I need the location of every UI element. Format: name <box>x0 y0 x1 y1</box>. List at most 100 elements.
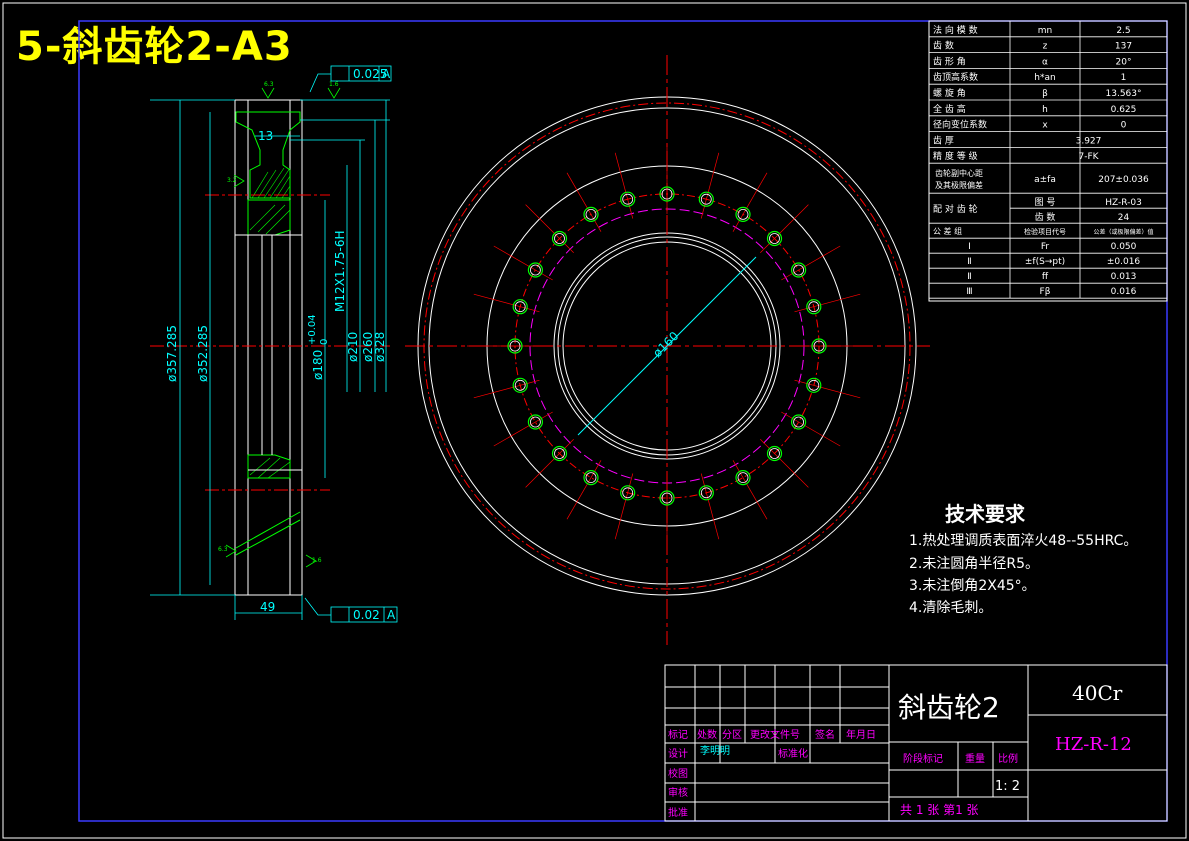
tol-value: ±0.016 <box>1107 257 1141 267</box>
param-value: 20° <box>1116 57 1132 67</box>
dia-160-label: ø160 <box>650 329 681 360</box>
radial-centerline <box>566 460 602 520</box>
param-value: 7-FK <box>1078 152 1099 162</box>
gear-parameter-table: 法 向 模 数 mn 2.5 齿 数 z 137 齿 形 角 α 20° 齿顶高系数 h*an 1 螺 … <box>928 20 1168 302</box>
param-symbol: h*an <box>1034 73 1055 83</box>
radial-centerline <box>781 245 841 281</box>
param-value: 2.5 <box>1116 26 1130 36</box>
tol-value: 0.050 <box>1111 242 1137 252</box>
section-view: 6.3 1.6 3.2 6.3 1.6 0.025 A 0.02 A 13 49… <box>150 65 398 623</box>
param-value: 137 <box>1115 42 1132 52</box>
tech-title: 技术要求 <box>945 502 1025 526</box>
tb-hdr: 分区 <box>722 729 742 741</box>
param-name: 法 向 模 数 <box>933 24 978 36</box>
tech-item: 1.热处理调质表面淬火48--55HRC。 <box>909 533 1138 549</box>
tb-hdr: 签名 <box>815 728 835 741</box>
dia-180-label: ø180 <box>311 350 325 380</box>
tol-group: Ⅱ <box>967 257 971 267</box>
tol-header: 公差（或极限偏差）值 <box>1093 228 1153 236</box>
radial-centerline <box>700 473 720 540</box>
dia-352-label: ø352.285 <box>196 325 210 382</box>
tol-group: Ⅱ <box>967 272 971 282</box>
tol-code: Fβ <box>1040 287 1051 297</box>
datum-label-top: A <box>382 67 391 81</box>
tb-review: 审核 <box>668 786 688 799</box>
param-name: 齿 数 <box>933 40 954 52</box>
param-name: 径向变位系数 <box>933 119 987 131</box>
material: 40Cr <box>1072 681 1123 705</box>
radial-centerline <box>700 152 720 219</box>
mate-r2-value: 24 <box>1118 213 1130 223</box>
tol-header: 公 差 组 <box>933 226 962 236</box>
tech-item: 4.清除毛刺。 <box>909 600 993 616</box>
front-view: ø160 <box>405 55 930 645</box>
dia-357-label: ø357.285 <box>165 325 179 382</box>
param-symbol: β <box>1042 89 1048 99</box>
dia-180-tol-up: +0.04 <box>307 314 318 345</box>
tb-standard: 标准化 <box>778 747 808 760</box>
radial-centerline <box>566 172 602 232</box>
tb-design: 设计 <box>668 747 688 760</box>
part-name: 斜齿轮2 <box>898 691 1000 724</box>
tol-header: 检验项目代号 <box>1024 227 1066 236</box>
dia-328-label: ø328 <box>373 332 387 362</box>
radial-centerline <box>614 473 634 540</box>
tol-group: Ⅲ <box>966 287 972 297</box>
tb-hdr: 年月日 <box>846 728 876 741</box>
radial-centerline <box>732 172 768 232</box>
tolerance-value-bottom: 0.02 <box>353 608 380 622</box>
param-value: 0 <box>1121 121 1127 131</box>
tb-weight: 重量 <box>965 752 985 765</box>
param-name: 精 度 等 级 <box>933 150 978 162</box>
drawing-number: HZ-R-12 <box>1055 734 1132 755</box>
roughness-label: 1.6 <box>312 557 322 564</box>
tb-hdr: 更改文件号 <box>750 728 800 741</box>
thread-label: M12X1.75-6H <box>333 230 347 312</box>
tb-designer: 李明明 <box>700 744 730 757</box>
param-value: 0.625 <box>1111 105 1137 115</box>
tol-code: ±f(S→pt) <box>1025 257 1065 267</box>
tb-hdr: 标记 <box>668 729 688 741</box>
radial-centerline <box>732 460 768 520</box>
width-13-label: 13 <box>258 129 273 143</box>
radial-centerline <box>794 293 861 313</box>
radial-centerline <box>760 204 809 253</box>
param-name: 螺 旋 角 <box>933 87 966 99</box>
radial-centerline <box>493 411 553 447</box>
dia-210-label: ø210 <box>346 332 360 362</box>
param-value: 3.927 <box>1076 136 1102 146</box>
radial-centerline <box>525 204 574 253</box>
roughness-label: 1.6 <box>329 81 339 88</box>
param-symbol: h <box>1042 105 1048 115</box>
roughness-label: 3.2 <box>227 177 237 184</box>
radial-centerline <box>473 293 540 313</box>
cad-drawing: 6.3 1.6 3.2 6.3 1.6 0.025 A 0.02 A 13 49… <box>2 2 1187 839</box>
center-dist-value: 207±0.036 <box>1098 175 1149 185</box>
radial-centerline <box>525 439 574 488</box>
tb-stage: 阶段标记 <box>903 752 943 765</box>
tb-sheets: 共 1 张 第1 张 <box>900 803 979 817</box>
tol-value: 0.013 <box>1111 272 1137 282</box>
tol-code: Fr <box>1041 242 1050 252</box>
title-block: 斜齿轮2 40Cr HZ-R-12 标记 处数 分区 更改文件号 签名 年月日 … <box>664 664 1168 822</box>
width-49-label: 49 <box>260 600 275 614</box>
radial-centerline <box>794 379 861 399</box>
mate-r2-label: 齿 数 <box>1035 211 1056 223</box>
radial-centerline <box>614 152 634 219</box>
mate-r1-value: HZ-R-03 <box>1105 198 1142 208</box>
mate-r1-label: 图 号 <box>1035 197 1056 208</box>
radial-centerline <box>473 379 540 399</box>
radial-centerline <box>760 439 809 488</box>
radial-centerline <box>493 245 553 281</box>
datum-label-bottom: A <box>387 608 396 622</box>
dia-180-tol-lo: 0 <box>319 339 330 345</box>
drawing-frame <box>78 20 1168 822</box>
tb-hdr: 处数 <box>697 728 717 741</box>
param-name: 齿顶高系数 <box>933 71 978 83</box>
param-value: 1 <box>1121 73 1127 83</box>
param-symbol: mn <box>1038 26 1052 36</box>
radial-centerline <box>781 411 841 447</box>
param-name: 齿 形 角 <box>933 55 966 67</box>
center-dist-name: 及其极限偏差 <box>935 180 983 190</box>
roughness-label: 6.3 <box>218 546 228 553</box>
